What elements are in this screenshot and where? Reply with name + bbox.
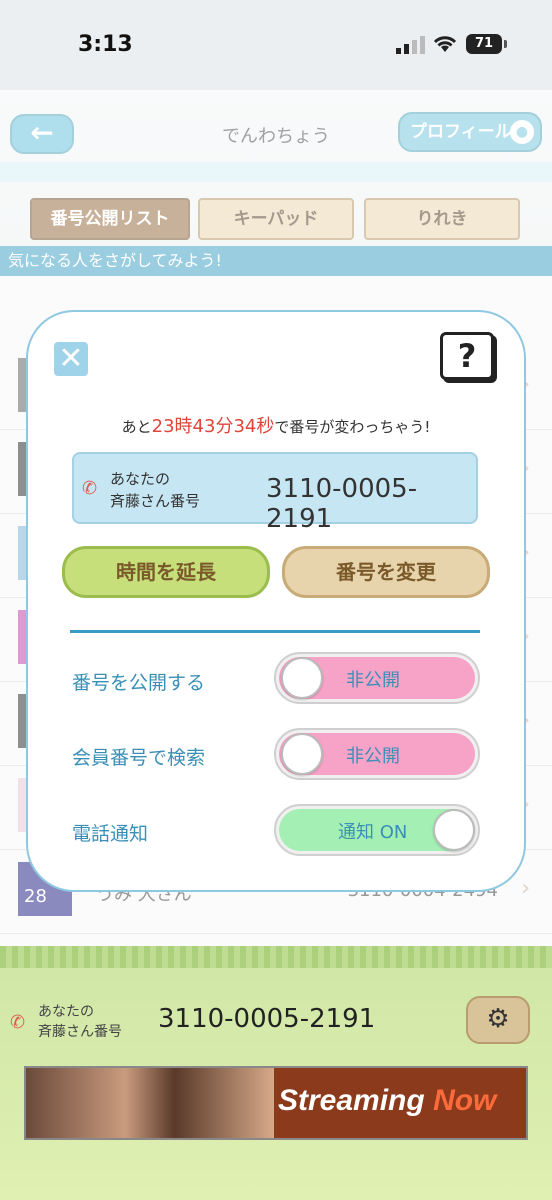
gear-icon[interactable]: ⚙ bbox=[466, 996, 530, 1044]
phone-icon: ✆ bbox=[82, 478, 98, 499]
footer-label-line1: あなたの bbox=[38, 1004, 94, 1020]
status-bar: 3:13 71 bbox=[0, 0, 552, 90]
countdown-suffix: で番号が変わっちゃう! bbox=[274, 418, 431, 436]
divider bbox=[70, 630, 480, 633]
footer-number-label: あなたの 斉藤さん番号 bbox=[38, 1002, 122, 1042]
toggle-text: 非公開 bbox=[346, 670, 400, 691]
cellular-signal-icon bbox=[396, 36, 425, 54]
battery-indicator: 71 bbox=[466, 34, 507, 54]
countdown-prefix: あと bbox=[121, 418, 152, 436]
countdown-minutes-unit: 分 bbox=[215, 416, 234, 437]
number-settings-modal: ✕ ? あと23時43分34秒で番号が変わっちゃう! ✆ あなたの 斉藤さん番号… bbox=[34, 318, 518, 884]
toggle-knob[interactable] bbox=[281, 657, 323, 699]
countdown-hours-unit: 時 bbox=[174, 416, 193, 437]
countdown-hours: 23 bbox=[151, 416, 175, 437]
my-number-label-line2: 斉藤さん番号 bbox=[110, 492, 201, 510]
publish-number-toggle[interactable]: 非公開 bbox=[274, 652, 480, 704]
help-button[interactable]: ? bbox=[440, 332, 494, 380]
my-number-box: ✆ あなたの 斉藤さん番号 3110-0005-2191 bbox=[72, 452, 478, 534]
ad-text-now: Now bbox=[433, 1084, 497, 1117]
my-number: 3110-0005-2191 bbox=[266, 474, 418, 534]
toggle-text: 通知 ON bbox=[338, 822, 408, 843]
setting-label-search: 会員番号で検索 bbox=[72, 747, 206, 769]
footer-number: 3110-0005-2191 bbox=[158, 1004, 376, 1034]
extend-time-button[interactable]: 時間を延長 bbox=[62, 546, 270, 598]
ad-text: Streaming Now bbox=[278, 1084, 496, 1118]
member-search-toggle[interactable]: 非公開 bbox=[274, 728, 480, 780]
wifi-icon bbox=[433, 36, 457, 52]
footer-label-line2: 斉藤さん番号 bbox=[38, 1024, 122, 1040]
close-icon[interactable]: ✕ bbox=[54, 342, 88, 376]
ad-text-streaming: Streaming bbox=[278, 1084, 425, 1117]
toggle-knob[interactable] bbox=[281, 733, 323, 775]
call-notification-toggle[interactable]: 通知 ON bbox=[274, 804, 480, 856]
ad-banner[interactable]: Streaming Now bbox=[24, 1066, 528, 1140]
toggle-text: 非公開 bbox=[346, 746, 400, 767]
countdown-text: あと23時43分34秒で番号が変わっちゃう! bbox=[34, 412, 518, 438]
my-number-label-line1: あなたの bbox=[110, 470, 171, 488]
footer: ✆ あなたの 斉藤さん番号 3110-0005-2191 ⚙ Streaming… bbox=[0, 946, 552, 1200]
setting-label-publish: 番号を公開する bbox=[72, 672, 206, 694]
countdown-minutes: 43 bbox=[192, 416, 216, 437]
grass-decoration bbox=[0, 946, 552, 968]
phone-icon: ✆ bbox=[10, 1012, 26, 1033]
countdown-seconds: 34 bbox=[233, 416, 257, 437]
change-number-button[interactable]: 番号を変更 bbox=[282, 546, 490, 598]
setting-label-notify: 電話通知 bbox=[72, 823, 149, 845]
toggle-knob[interactable] bbox=[433, 809, 475, 851]
status-time: 3:13 bbox=[78, 32, 133, 57]
countdown-seconds-unit: 秒 bbox=[256, 416, 275, 437]
my-number-label: あなたの 斉藤さん番号 bbox=[110, 468, 200, 512]
ad-image bbox=[26, 1068, 274, 1138]
